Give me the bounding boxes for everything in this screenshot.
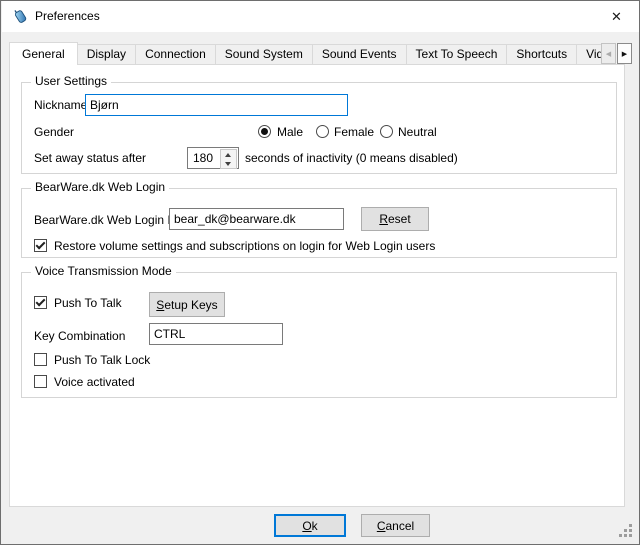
- preferences-dialog: Preferences ✕ General Display Connection…: [0, 0, 640, 545]
- push-to-talk-checkbox-label[interactable]: Push To Talk: [54, 296, 122, 310]
- tab-sound-system[interactable]: Sound System: [215, 44, 313, 64]
- gender-radio-neutral[interactable]: [380, 125, 393, 138]
- web-login-group-title: BearWare.dk Web Login: [31, 181, 169, 194]
- nickname-label: Nickname: [34, 98, 87, 112]
- gender-radio-female[interactable]: [316, 125, 329, 138]
- web-login-id-label: BearWare.dk Web Login ID: [34, 213, 179, 227]
- restore-volume-checkbox[interactable]: [34, 239, 47, 252]
- preferences-tabbar: General Display Connection Sound System …: [9, 42, 601, 65]
- nickname-input[interactable]: [85, 94, 348, 116]
- away-status-suffix-label: seconds of inactivity (0 means disabled): [245, 151, 458, 165]
- away-seconds-value: 180: [193, 148, 213, 168]
- title-bar[interactable]: Preferences ✕: [2, 1, 639, 32]
- gender-radio-male-label[interactable]: Male: [277, 125, 303, 139]
- gender-radio-male[interactable]: [258, 125, 271, 138]
- tab-scroll-left-icon[interactable]: ◀: [601, 43, 616, 64]
- setup-keys-button[interactable]: Setup Keys: [149, 292, 225, 317]
- tab-general[interactable]: General: [9, 42, 78, 65]
- tab-video[interactable]: Video: [576, 44, 601, 64]
- teamtalk-app-icon: [12, 8, 28, 24]
- dialog-title: Preferences: [35, 1, 100, 32]
- web-login-id-input[interactable]: [169, 208, 344, 230]
- push-to-talk-lock-checkbox-label[interactable]: Push To Talk Lock: [54, 353, 150, 367]
- reset-button[interactable]: Reset: [361, 207, 429, 231]
- restore-volume-checkbox-label[interactable]: Restore volume settings and subscription…: [54, 239, 435, 253]
- close-icon[interactable]: ✕: [594, 1, 639, 32]
- push-to-talk-lock-checkbox[interactable]: [34, 353, 47, 366]
- key-combination-input[interactable]: [149, 323, 283, 345]
- resize-grip[interactable]: [619, 534, 622, 537]
- tab-text-to-speech[interactable]: Text To Speech: [406, 44, 508, 64]
- tab-shortcuts[interactable]: Shortcuts: [506, 44, 577, 64]
- away-seconds-spinner[interactable]: 180: [187, 147, 239, 169]
- tab-scroll-right-icon[interactable]: ▶: [617, 43, 632, 64]
- spinner-buttons: [220, 149, 237, 169]
- spin-down-icon[interactable]: [221, 159, 234, 168]
- gender-radio-female-label[interactable]: Female: [334, 125, 374, 139]
- away-status-label: Set away status after: [34, 151, 146, 165]
- spin-up-icon[interactable]: [221, 150, 234, 159]
- gender-radio-neutral-label[interactable]: Neutral: [398, 125, 437, 139]
- push-to-talk-checkbox[interactable]: [34, 296, 47, 309]
- tab-sound-events[interactable]: Sound Events: [312, 44, 407, 64]
- user-settings-group-title: User Settings: [31, 75, 111, 88]
- tab-connection[interactable]: Connection: [135, 44, 216, 64]
- key-combination-label: Key Combination: [34, 329, 125, 343]
- voice-transmission-group-title: Voice Transmission Mode: [31, 265, 176, 278]
- tab-display[interactable]: Display: [77, 44, 136, 64]
- voice-activated-checkbox[interactable]: [34, 375, 47, 388]
- gender-label: Gender: [34, 125, 74, 139]
- cancel-button[interactable]: Cancel: [361, 514, 430, 537]
- voice-activated-checkbox-label[interactable]: Voice activated: [54, 375, 135, 389]
- ok-button[interactable]: Ok: [274, 514, 346, 537]
- tab-scroll-buttons: ◀ ▶: [601, 43, 632, 64]
